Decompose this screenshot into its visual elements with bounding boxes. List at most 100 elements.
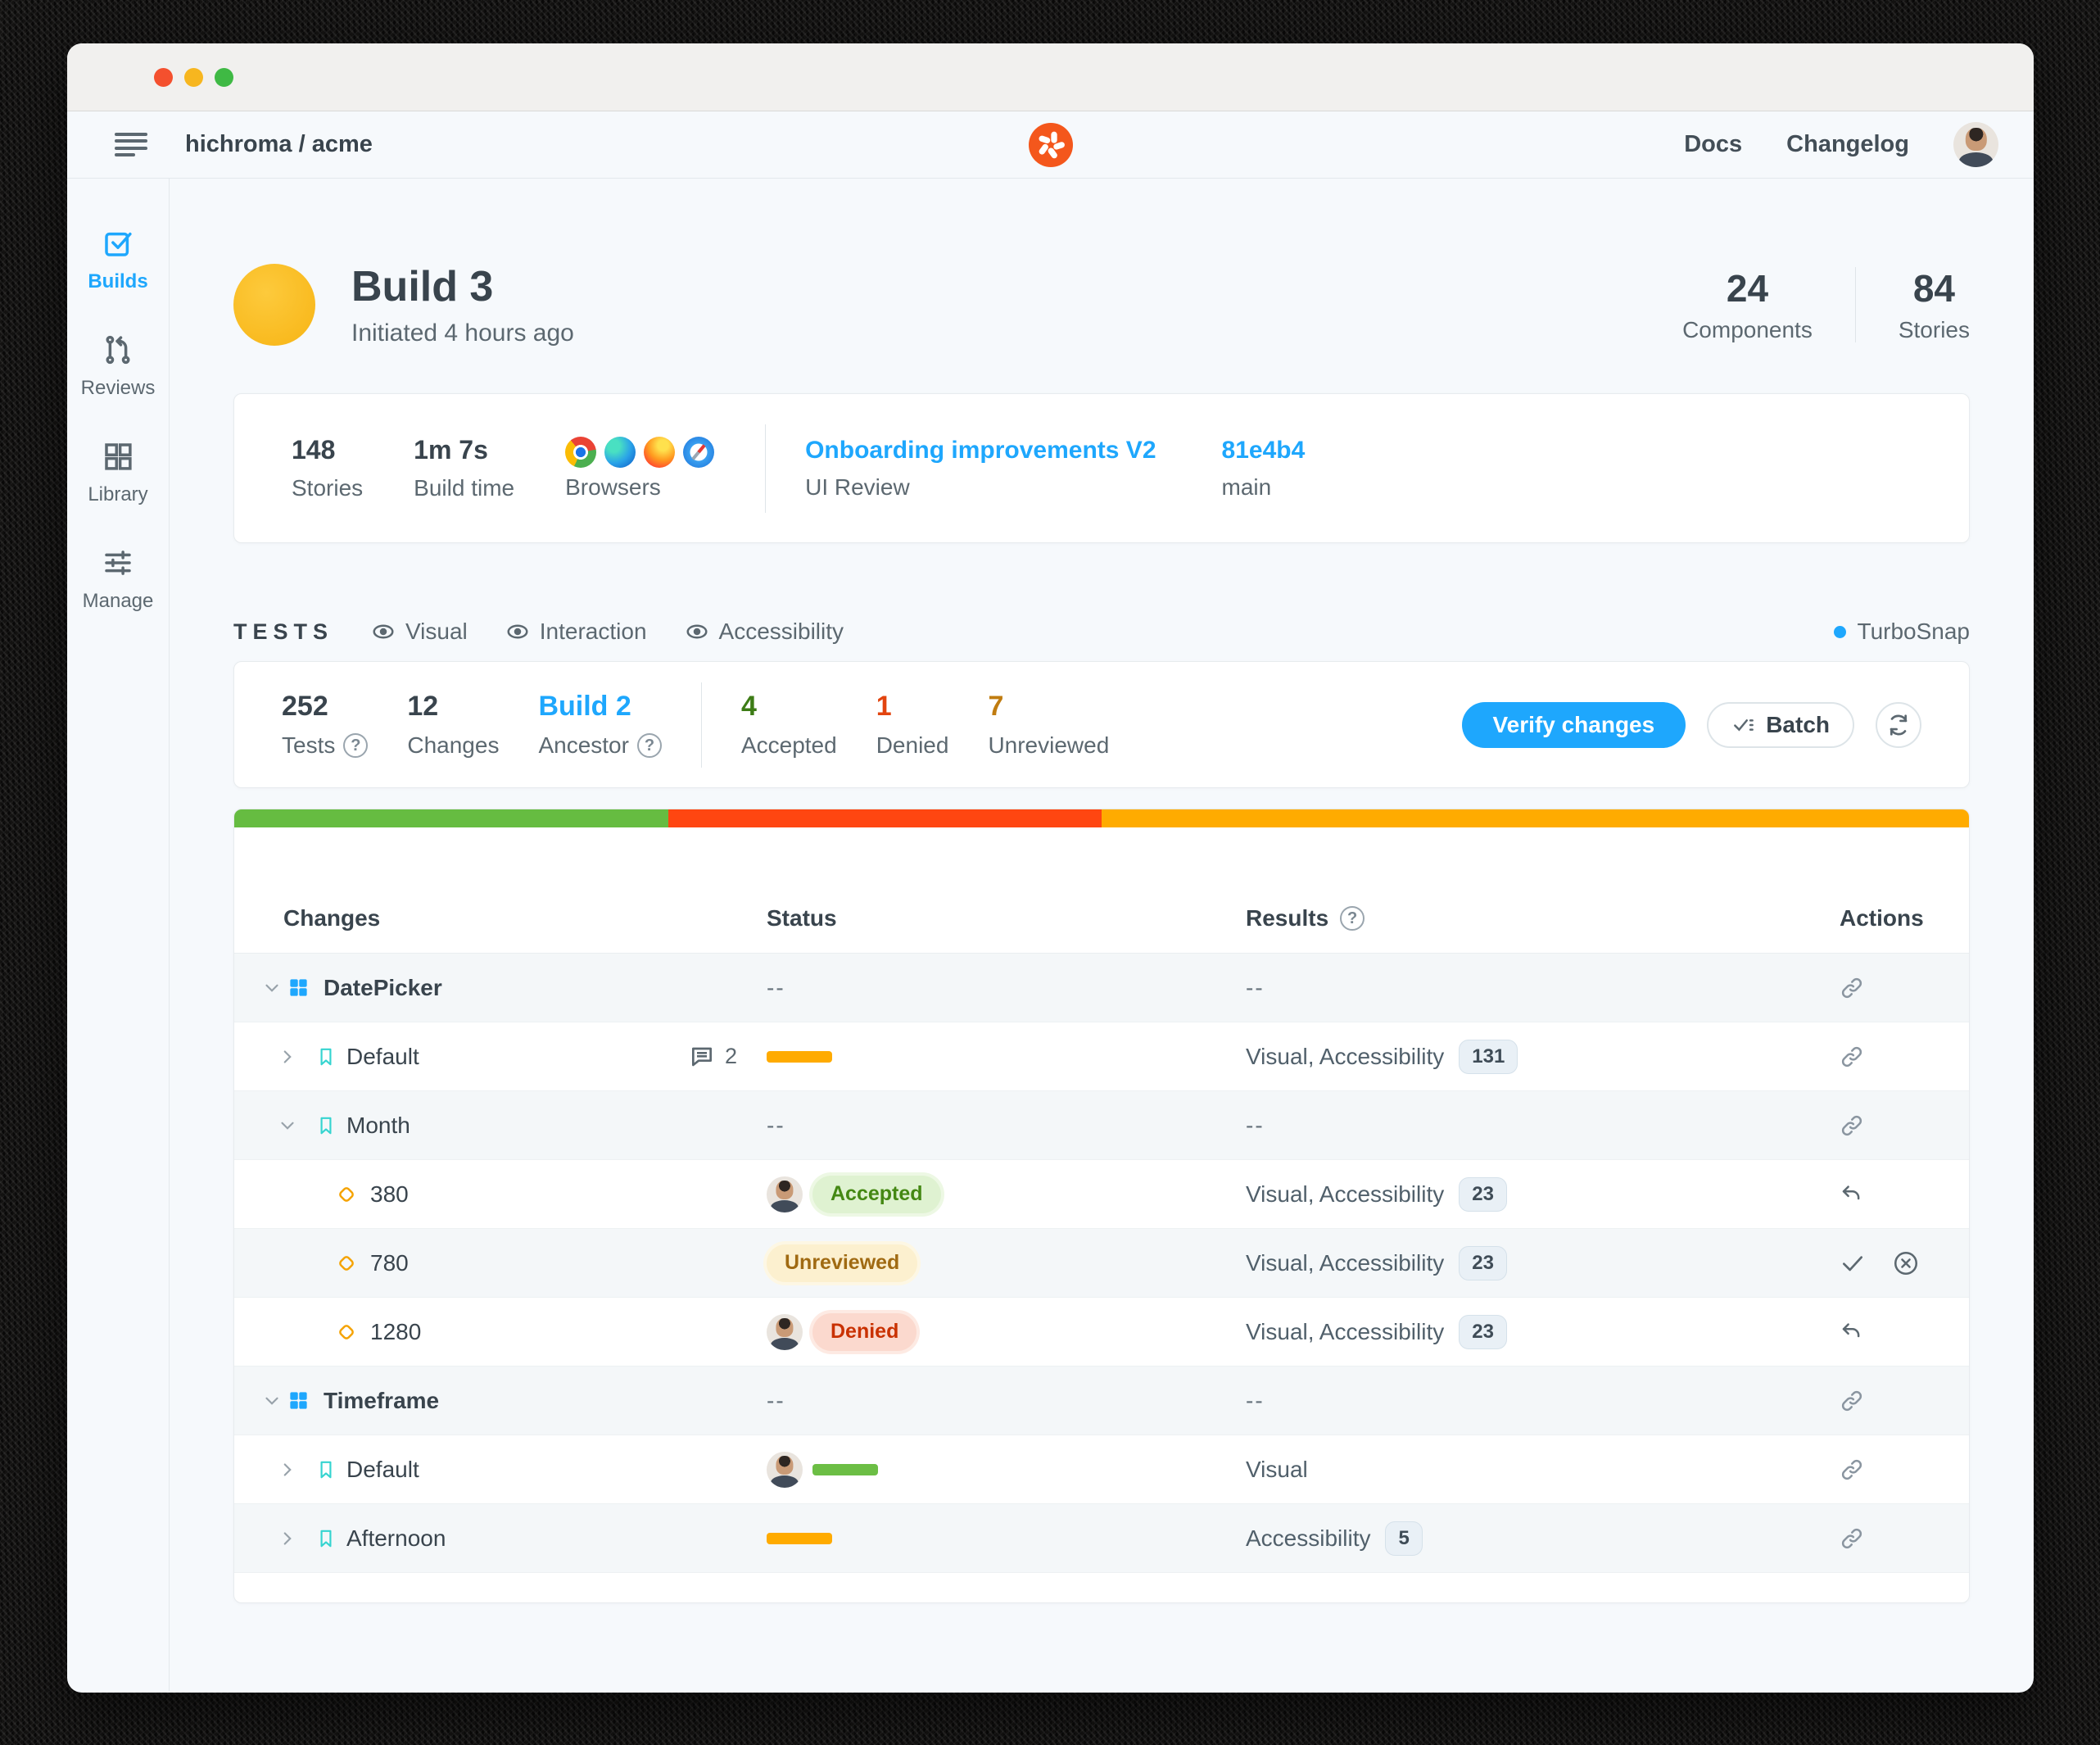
reviewer-avatar — [767, 1452, 803, 1488]
table-row-month[interactable]: Month -- -- — [234, 1091, 1969, 1160]
turbosnap-indicator: TurboSnap — [1834, 619, 1971, 645]
comments-indicator[interactable]: 2 — [689, 1044, 737, 1070]
branch-link[interactable]: Onboarding improvements V2 — [805, 437, 1156, 465]
close-window-button[interactable] — [154, 68, 173, 87]
rerun-build-button[interactable] — [1876, 702, 1921, 748]
chevron-down-icon[interactable] — [277, 1115, 298, 1136]
story-bookmark-icon — [315, 1046, 337, 1067]
table-row-780[interactable]: 780 Unreviewed Visual, Accessibility 23 — [234, 1229, 1969, 1298]
status-progress-bar — [767, 1533, 832, 1544]
table-header: Changes Status Results ? Actions — [234, 827, 1969, 954]
visual-toggle[interactable]: Visual — [371, 619, 468, 645]
interaction-toggle[interactable]: Interaction — [505, 619, 647, 645]
sidebar-item-reviews[interactable]: Reviews — [81, 333, 156, 400]
undo-icon[interactable] — [1840, 1182, 1864, 1207]
status-progress-bar — [767, 1051, 832, 1063]
diff-count-badge: 131 — [1459, 1040, 1518, 1074]
chevron-down-icon[interactable] — [261, 1390, 283, 1412]
results-empty: -- — [1246, 1113, 1265, 1139]
story-name: Month — [346, 1113, 410, 1139]
undo-icon[interactable] — [1840, 1320, 1864, 1344]
denied-stat: 1 Denied — [876, 691, 949, 759]
chevron-down-icon[interactable] — [261, 977, 283, 999]
results-text: Visual — [1246, 1457, 1308, 1483]
results-empty: -- — [1246, 975, 1265, 1001]
commit-block: 81e4b4 main — [1222, 437, 1306, 501]
commit-link[interactable]: 81e4b4 — [1222, 437, 1306, 465]
firefox-icon — [644, 437, 675, 468]
chevron-right-icon[interactable] — [277, 1046, 298, 1067]
app-window: hichroma / acme Docs Changelog — [67, 43, 2034, 1693]
chevron-right-icon[interactable] — [277, 1459, 298, 1480]
unreviewed-segment — [1102, 809, 1969, 827]
viewport-diamond-icon — [334, 1251, 359, 1276]
minimize-window-button[interactable] — [184, 68, 203, 87]
build-summary-card: 148 Stories 1m 7s Build time — [233, 393, 1970, 543]
viewport-diamond-icon — [334, 1320, 359, 1344]
ancestor-build-link[interactable]: Build 2 — [538, 691, 662, 723]
zoom-window-button[interactable] — [215, 68, 233, 87]
permalink-icon[interactable] — [1840, 1457, 1864, 1482]
manage-sliders-icon — [101, 546, 135, 580]
comment-count: 2 — [725, 1044, 737, 1069]
table-row-timeframe[interactable]: Timeframe -- -- — [234, 1367, 1969, 1435]
permalink-icon[interactable] — [1840, 976, 1864, 1000]
branch-block: Onboarding improvements V2 UI Review — [805, 437, 1156, 501]
table-row-datepicker[interactable]: DatePicker -- -- — [234, 954, 1969, 1022]
divider — [765, 424, 766, 513]
story-bookmark-icon — [315, 1528, 337, 1549]
diff-count-badge: 5 — [1385, 1521, 1422, 1556]
test-stats-card: 252 Tests? 12 Changes Build 2 Ancestor? … — [233, 661, 1970, 788]
tests-heading: TESTS — [233, 619, 333, 645]
chevron-right-icon[interactable] — [277, 1528, 298, 1549]
unreviewed-stat: 7 Unreviewed — [988, 691, 1109, 759]
permalink-icon[interactable] — [1840, 1526, 1864, 1551]
build-status-dot — [233, 264, 315, 346]
verify-changes-button[interactable]: Verify changes — [1462, 702, 1686, 748]
tests-toolbar: TESTS Visual Interaction — [233, 619, 1970, 645]
diff-count-badge: 23 — [1459, 1315, 1507, 1349]
permalink-icon[interactable] — [1840, 1045, 1864, 1069]
docs-link[interactable]: Docs — [1684, 131, 1742, 158]
table-row-380[interactable]: 380 Accepted Visual, Accessibility 23 — [234, 1160, 1969, 1229]
component-name: DatePicker — [324, 975, 442, 1001]
help-icon[interactable]: ? — [1340, 906, 1365, 931]
changelog-link[interactable]: Changelog — [1786, 131, 1909, 158]
review-actions: Verify changes Batch — [1462, 702, 1921, 748]
breadcrumb[interactable]: hichroma / acme — [185, 131, 373, 158]
permalink-icon[interactable] — [1840, 1113, 1864, 1138]
batch-button[interactable]: Batch — [1707, 702, 1854, 748]
safari-icon — [683, 437, 714, 468]
sidebar-item-builds[interactable]: Builds — [88, 226, 147, 293]
builds-checkbox-icon — [101, 226, 135, 261]
denied-segment — [668, 809, 1102, 827]
status-pill-unreviewed: Unreviewed — [767, 1244, 917, 1282]
grainy-backdrop: hichroma / acme Docs Changelog — [0, 0, 2100, 1745]
user-avatar[interactable] — [1953, 122, 1998, 167]
accept-check-icon[interactable] — [1840, 1250, 1866, 1276]
table-row-1280[interactable]: 1280 Denied Visual, Accessibility 23 — [234, 1298, 1969, 1367]
status-empty: -- — [767, 975, 785, 1001]
ancestor-stat: Build 2 Ancestor? — [538, 691, 662, 759]
sidebar-item-manage[interactable]: Manage — [83, 546, 154, 613]
status-progress-bar — [812, 1464, 878, 1475]
chromatic-logo-icon[interactable] — [1029, 123, 1073, 167]
comment-icon — [689, 1044, 715, 1070]
viewport-name: 1280 — [370, 1319, 421, 1345]
accessibility-toggle[interactable]: Accessibility — [685, 619, 844, 645]
permalink-icon[interactable] — [1840, 1389, 1864, 1413]
help-icon[interactable]: ? — [637, 733, 662, 758]
table-row-timeframe-default[interactable]: Default Visual — [234, 1435, 1969, 1504]
menu-icon[interactable] — [115, 133, 147, 157]
table-row-default[interactable]: Default 2 Visual, Accessibility 1 — [234, 1022, 1969, 1091]
story-name: Default — [346, 1457, 419, 1483]
header-nav: Docs Changelog — [1684, 122, 1998, 167]
help-icon[interactable]: ? — [343, 733, 368, 758]
status-empty: -- — [767, 1113, 785, 1139]
divider — [1855, 267, 1856, 342]
status-empty: -- — [767, 1388, 785, 1414]
sidebar-item-library[interactable]: Library — [88, 439, 147, 506]
deny-circle-x-icon[interactable] — [1892, 1249, 1920, 1277]
table-row-afternoon[interactable]: Afternoon Accessibility 5 — [234, 1504, 1969, 1573]
component-name: Timeframe — [324, 1388, 439, 1414]
